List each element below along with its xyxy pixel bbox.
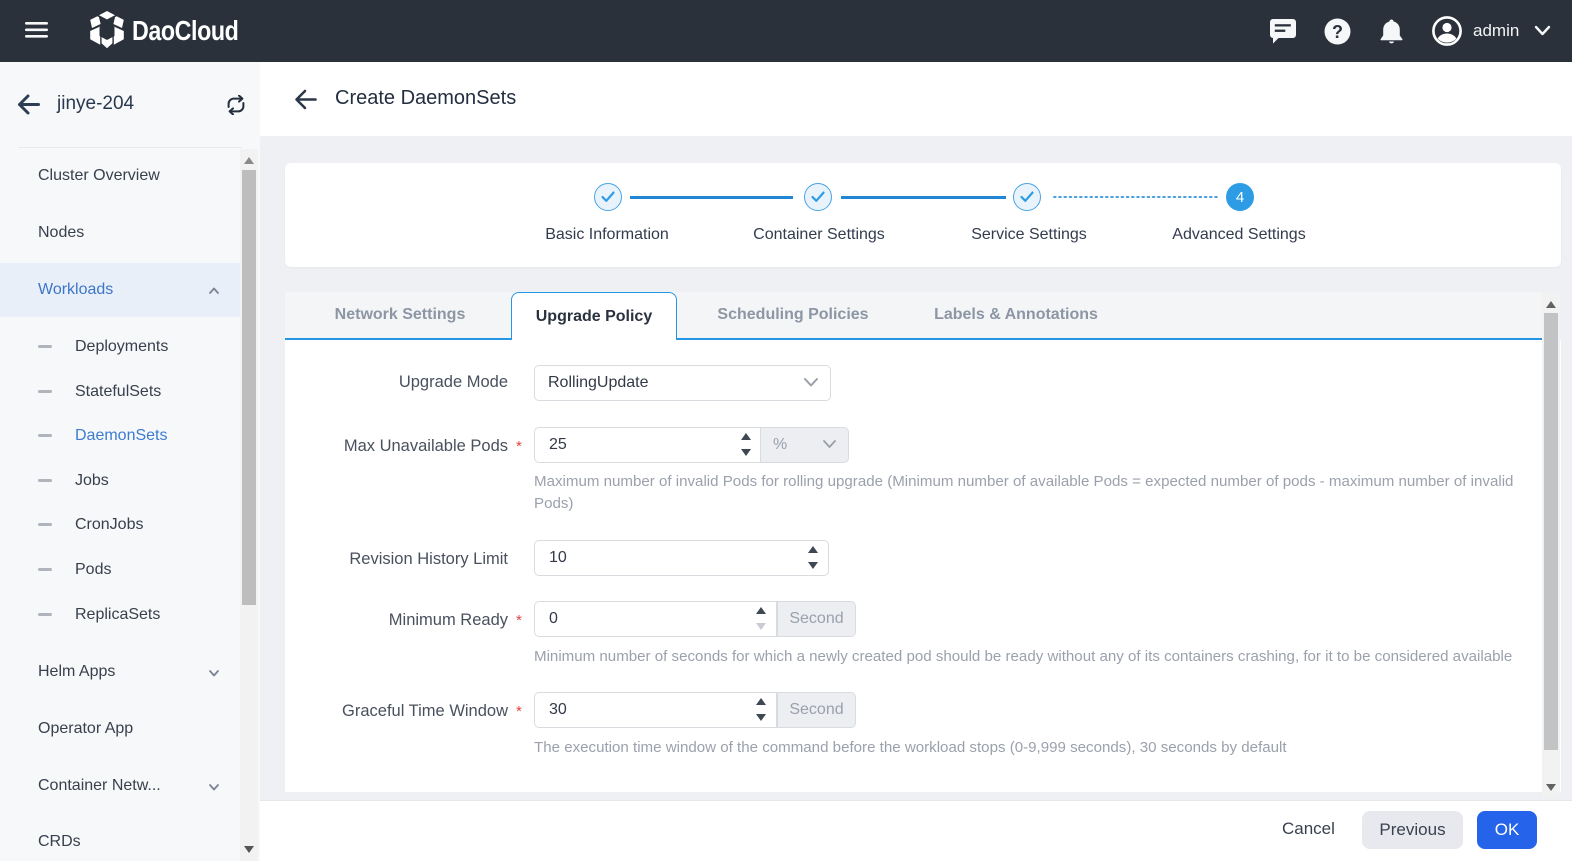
svg-text:?: ? [1332, 22, 1343, 42]
